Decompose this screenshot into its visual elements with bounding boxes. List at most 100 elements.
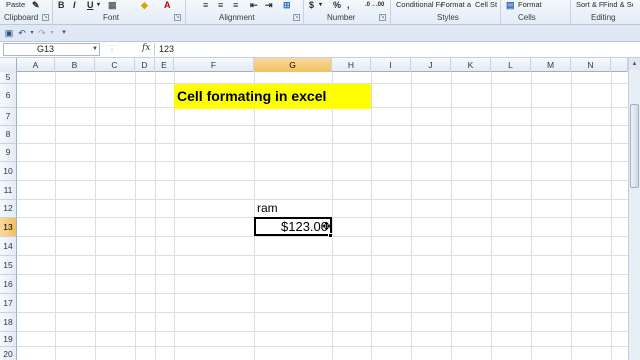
column-header[interactable]: C [95,58,135,72]
customize-toolbar-icon[interactable]: ▾ [58,27,70,39]
row-header[interactable]: 20 [0,347,17,360]
fill-color-icon[interactable]: ◆ [141,0,148,10]
format-button[interactable]: Format [518,0,542,9]
column-header[interactable]: K [451,58,491,72]
borders-icon[interactable]: ▦ [108,0,117,10]
align-left-icon[interactable]: ≡ [203,0,208,10]
column-header[interactable]: M [531,58,571,72]
alignment-launcher-icon[interactable]: ↘ [293,14,300,21]
ribbon-commands: Paste ✎ B I U ▾ ▦ ◆ A ≡ ≡ ≡ ⇤ ⇥ ⊞ $ ▾ % … [0,0,640,12]
group-divider [390,0,391,24]
cell-styles-button[interactable]: Cell Styles [475,0,497,9]
underline-button[interactable]: U [87,0,94,10]
align-center-icon[interactable]: ≡ [218,0,223,10]
italic-button[interactable]: I [73,0,76,10]
title-cell[interactable]: Cell formating in excel [174,84,371,109]
currency-dropdown-icon[interactable]: ▾ [319,0,322,10]
active-cell-g13[interactable]: $123.00 [254,217,332,236]
grid-line [17,293,628,294]
save-icon[interactable]: ▣ [3,27,15,39]
name-box[interactable]: G13 ▼ [3,43,100,56]
clipboard-group-label: Clipboard [4,13,39,22]
row-header[interactable]: 7 [0,108,17,126]
worksheet-grid[interactable]: A B C D E F G H I J K L M N 5 6 7 8 9 10… [0,58,628,360]
grid-line [155,72,156,360]
row-header[interactable]: 11 [0,181,17,200]
select-all-button[interactable] [0,58,17,72]
column-header[interactable]: A [17,58,55,72]
row-header[interactable]: 16 [0,275,17,294]
grid-line [17,346,628,347]
font-launcher-icon[interactable]: ↘ [174,14,181,21]
group-divider [570,0,571,24]
column-header[interactable]: I [371,58,411,72]
row-header-active[interactable]: 13 [0,218,17,237]
column-header[interactable]: E [155,58,174,72]
grid-line [411,72,412,360]
increase-indent-icon[interactable]: ⇥ [265,0,273,10]
scroll-thumb[interactable] [630,104,639,188]
column-header[interactable]: F [174,58,254,72]
grid-line [332,72,333,360]
grid-line [17,125,628,126]
group-divider [52,0,53,24]
format-cells-icon[interactable]: ▤ [506,0,515,10]
row-header[interactable]: 12 [0,200,17,218]
format-as-table-button[interactable]: Format as Table [441,0,471,9]
conditional-formatting-button[interactable]: Conditional Formatting [396,0,442,9]
name-box-dropdown-icon[interactable]: ▼ [92,44,98,55]
grid-line [174,72,175,360]
number-launcher-icon[interactable]: ↘ [379,14,386,21]
formula-input[interactable]: 123 [154,43,640,56]
column-header[interactable]: N [571,58,611,72]
comma-style-icon[interactable]: , [347,0,350,10]
row-header[interactable]: 5 [0,72,17,84]
sort-filter-button[interactable]: Sort & Filter [576,0,604,9]
font-color-icon[interactable]: A [164,0,171,10]
clipboard-launcher-icon[interactable]: ↘ [42,14,49,21]
increase-decimal-icon[interactable]: .0→.00 [365,0,384,10]
insert-function-button[interactable]: fx [142,43,150,53]
cell-g12[interactable]: ram [257,201,278,215]
row-header[interactable]: 19 [0,332,17,347]
bold-button[interactable]: B [58,0,65,10]
row-header[interactable]: 15 [0,256,17,275]
row-header[interactable]: 18 [0,313,17,332]
row-header[interactable]: 10 [0,162,17,181]
grid-line [95,72,96,360]
vertical-scrollbar[interactable]: ▲ [628,58,640,360]
redo-dropdown-icon[interactable]: ▾ [46,27,58,39]
row-header[interactable]: 6 [0,84,17,108]
fill-handle[interactable] [328,233,333,238]
merge-center-icon[interactable]: ⊞ [283,0,291,10]
find-select-button[interactable]: Find & Select [603,0,633,9]
column-headers: A B C D E F G H I J K L M N [0,58,628,72]
grid-line [491,72,492,360]
row-header[interactable]: 14 [0,237,17,256]
currency-button[interactable]: $ [309,0,314,10]
column-header[interactable]: J [411,58,451,72]
formula-bar: G13 ▼ ⋮ fx 123 [0,42,640,58]
grid-line [451,72,452,360]
formula-bar-grip-icon: ⋮ [108,44,116,53]
format-painter-icon[interactable]: ✎ [32,0,40,10]
column-header[interactable]: D [135,58,155,72]
align-right-icon[interactable]: ≡ [233,0,238,10]
column-header-active[interactable]: G [254,58,332,72]
paste-button[interactable]: Paste [6,0,25,9]
cells-group-label: Cells [518,13,536,22]
scroll-up-icon[interactable]: ▲ [629,58,640,70]
decrease-indent-icon[interactable]: ⇤ [250,0,258,10]
column-header-partial[interactable] [611,58,628,72]
column-header[interactable]: B [55,58,95,72]
number-group-label: Number [327,13,356,22]
row-header[interactable]: 17 [0,294,17,313]
grid-line [371,72,372,360]
ribbon-group-labels: Clipboard ↘ Font ↘ Alignment ↘ Number ↘ … [0,0,640,24]
column-header[interactable]: H [332,58,371,72]
underline-dropdown-icon[interactable]: ▾ [97,0,100,10]
row-header[interactable]: 9 [0,144,17,162]
percent-icon[interactable]: % [333,0,341,10]
row-header[interactable]: 8 [0,126,17,144]
column-header[interactable]: L [491,58,531,72]
